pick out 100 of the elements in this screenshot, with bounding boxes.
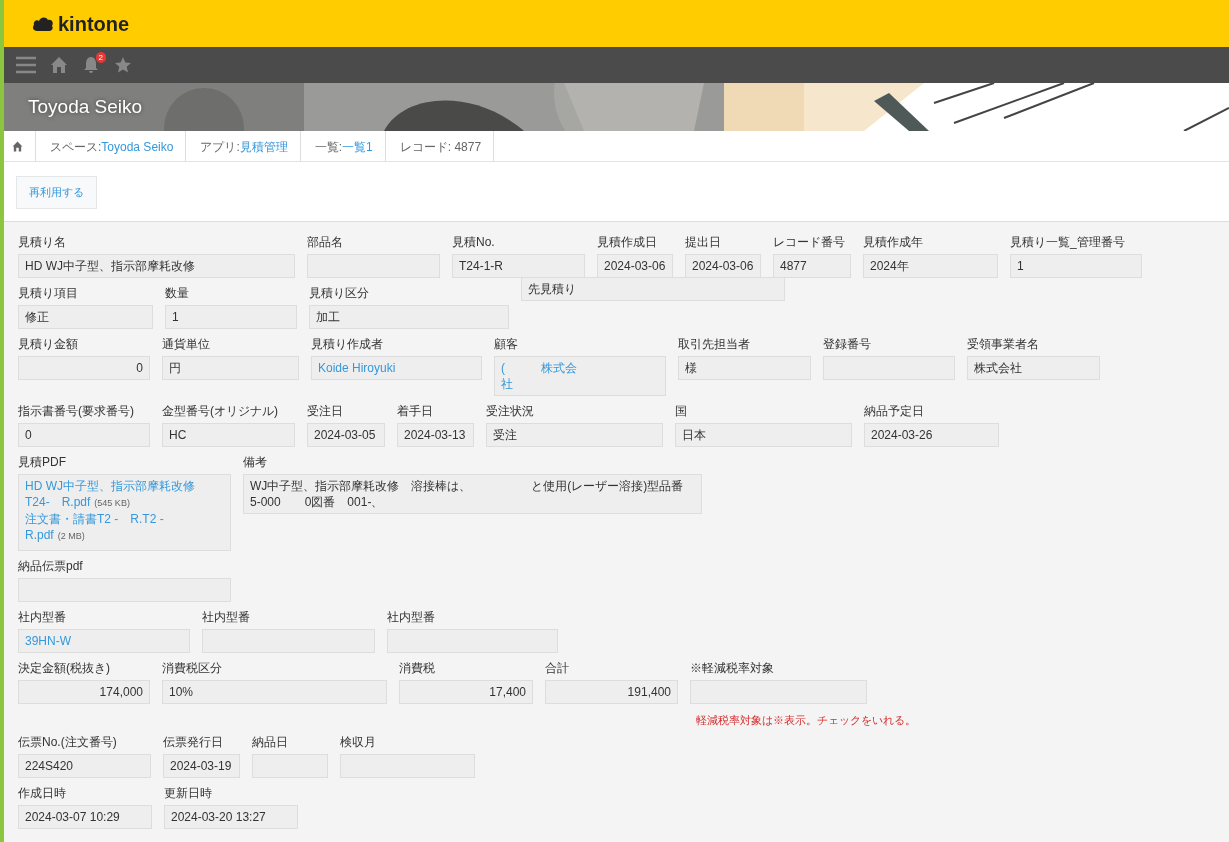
notification-badge: 2 <box>95 52 106 63</box>
home-icon[interactable] <box>50 56 68 74</box>
field-value: 2024-03-07 10:29 <box>18 805 152 829</box>
field-value: 2024-03-13 <box>397 423 474 447</box>
field-label: 見積PDF <box>18 454 67 471</box>
field-label: 見積作成日 <box>597 234 658 251</box>
field-label: 見積り一覧_管理番号 <box>1010 234 1126 251</box>
field-value: 1 <box>165 305 297 329</box>
field-label: 消費税 <box>399 660 436 677</box>
star-icon[interactable] <box>114 56 132 74</box>
file-size: (2 MB) <box>57 530 85 543</box>
file-size: (545 KB) <box>94 497 130 510</box>
field-value: 様 <box>678 356 811 380</box>
field-value: 加工 <box>309 305 509 329</box>
field-value: 受注 <box>486 423 663 447</box>
note-text: 軽減税率対象は※表示。チェックをいれる。 <box>696 713 916 727</box>
field-label: 備考 <box>243 454 268 471</box>
breadcrumb-label: 一覧: <box>314 138 343 156</box>
field-label: 取引先担当者 <box>678 336 751 353</box>
field-label: 見積り区分 <box>309 285 370 302</box>
field-label: 数量 <box>165 285 190 302</box>
field-value: 2024年 <box>863 254 998 278</box>
field-label: 検収月 <box>340 734 377 751</box>
field-label: 着手日 <box>397 403 434 420</box>
field-value: 円 <box>162 356 299 380</box>
field-label: 更新日時 <box>164 785 213 802</box>
field-value: HD WJ中子型、指示部摩耗改修 <box>18 254 295 278</box>
file-link[interactable]: R.pdf <box>25 527 54 543</box>
field-value: HC <box>162 423 295 447</box>
field-label: 指示書番号(要求番号) <box>18 403 135 420</box>
field-label: 納品日 <box>252 734 289 751</box>
breadcrumb-label: アプリ: <box>200 138 240 156</box>
field-value: 0 <box>18 423 150 447</box>
home-icon[interactable] <box>12 141 23 152</box>
field-value: 2024-03-05 <box>307 423 385 447</box>
field-value: 174,000 <box>18 680 150 704</box>
field-value: 4877 <box>773 254 851 278</box>
breadcrumb-link[interactable]: 一覧1 <box>342 137 373 156</box>
field-label: 合計 <box>545 660 570 677</box>
field-value: 2024-03-20 13:27 <box>164 805 298 829</box>
field-value: 2024-03-06 <box>597 254 673 278</box>
breadcrumb-label: スペース: <box>50 138 102 156</box>
field-label: 顧客 <box>494 336 519 353</box>
field-value: 0 <box>18 356 150 380</box>
field-label: ※軽減税率対象 <box>690 660 775 677</box>
space-title: Toyoda Seiko <box>28 95 143 119</box>
remarks-value: WJ中子型、指示部摩耗改修 溶接棒は、 と使用(レーザー溶接)型品番 5-000 0図番 001-、 <box>243 474 702 514</box>
menu-icon[interactable] <box>16 56 36 74</box>
field-label: 社内型番 <box>387 609 436 626</box>
value-link[interactable]: Koide Hiroyuki <box>318 360 396 376</box>
field-value: 先見積り <box>521 277 785 301</box>
breadcrumb-link[interactable]: Toyoda Seiko <box>101 137 174 156</box>
field-label: 伝票No.(注文番号) <box>18 734 118 751</box>
field-value: T24-1-R <box>452 254 585 278</box>
field-value: 修正 <box>18 305 153 329</box>
field-label: 納品伝票pdf <box>18 558 84 575</box>
field-value: 日本 <box>675 423 852 447</box>
cloud-logo-icon <box>32 15 54 32</box>
file-link[interactable]: 注文書・請書T2 - R.T2 - <box>25 511 164 527</box>
field-value: 224S420 <box>18 754 151 778</box>
field-value: 株式会社 <box>967 356 1100 380</box>
field-label: 金型番号(オリジナル) <box>162 403 279 420</box>
field-label: 見積No. <box>452 234 496 251</box>
field-label: 提出日 <box>685 234 722 251</box>
field-label: 受注日 <box>307 403 344 420</box>
field-value: 1 <box>1010 254 1142 278</box>
value-link[interactable]: ( 株式会 <box>501 360 577 376</box>
field-label: 決定金額(税抜き) <box>18 660 111 677</box>
field-label: 部品名 <box>307 234 344 251</box>
field-label: 国 <box>675 403 688 420</box>
field-value: 2024-03-19 <box>163 754 240 778</box>
field-label: 見積作成年 <box>863 234 924 251</box>
field-label: 見積り作成者 <box>311 336 384 353</box>
field-label: 登録番号 <box>823 336 872 353</box>
field-label: 見積り金額 <box>18 336 79 353</box>
file-link[interactable]: T24- R.pdf <box>25 494 91 510</box>
field-label: 社内型番 <box>202 609 251 626</box>
field-label: 見積り名 <box>18 234 67 251</box>
field-label: 消費税区分 <box>162 660 223 677</box>
field-label: 社内型番 <box>18 609 67 626</box>
field-value: 17,400 <box>399 680 533 704</box>
field-label: 受領事業者名 <box>967 336 1040 353</box>
field-label: レコード番号 <box>773 234 846 251</box>
field-label: 受注状況 <box>486 403 535 420</box>
field-label: 作成日時 <box>18 785 67 802</box>
reuse-button[interactable]: 再利用する <box>16 176 97 209</box>
field-value: 10% <box>162 680 387 704</box>
value-link[interactable]: 社 <box>501 376 513 392</box>
field-label: 通貨単位 <box>162 336 211 353</box>
field-value: 2024-03-26 <box>864 423 999 447</box>
field-value: 191,400 <box>545 680 678 704</box>
value-link[interactable]: 39HN-W <box>25 633 71 649</box>
field-label: 伝票発行日 <box>163 734 224 751</box>
field-label: 納品予定日 <box>864 403 925 420</box>
file-link[interactable]: HD WJ中子型、指示部摩耗改修 <box>25 478 195 494</box>
breadcrumb-item: レコード: 4877 <box>399 138 482 156</box>
bell-icon[interactable] <box>82 56 100 75</box>
field-label: 見積り項目 <box>18 285 79 302</box>
app-logo[interactable]: kintone <box>58 8 130 39</box>
field-value: 2024-03-06 <box>685 254 761 278</box>
